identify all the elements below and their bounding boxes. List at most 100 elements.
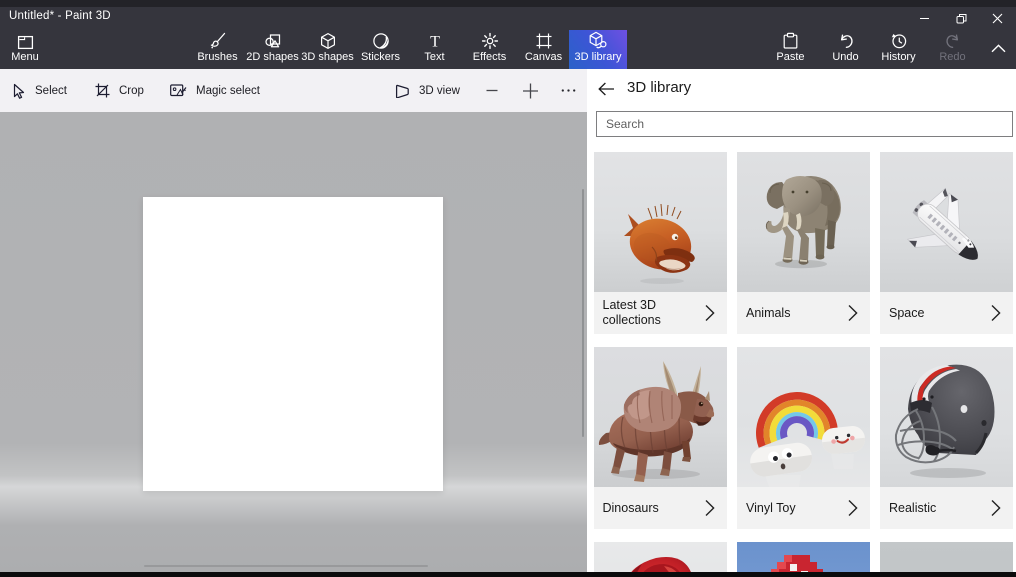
card-label-bar: Dinosaurs xyxy=(594,487,727,529)
tab-text[interactable]: T Text xyxy=(407,28,462,69)
crop-icon xyxy=(95,83,110,98)
plus-icon xyxy=(523,83,538,99)
tab-label: Canvas xyxy=(525,51,562,64)
card-latest-3d-collections[interactable]: Latest 3D collections xyxy=(594,152,727,334)
text-icon: T xyxy=(426,28,444,50)
vertical-scrollbar[interactable] xyxy=(582,189,584,437)
card-label-bar: Animals xyxy=(737,292,870,334)
paint3d-window: Untitled* - Paint 3D Menu xyxy=(0,0,1016,572)
panel-header: 3D library xyxy=(587,69,1016,112)
card-label: Dinosaurs xyxy=(603,487,659,529)
chevron-up-icon xyxy=(991,44,1006,53)
select-icon xyxy=(12,83,26,99)
tab-label: Text xyxy=(424,51,444,64)
maximize-button[interactable] xyxy=(943,7,980,29)
brushes-icon xyxy=(209,28,227,50)
3d-library-icon xyxy=(588,28,608,50)
drawing-canvas[interactable] xyxy=(143,197,443,491)
realistic-thumbnail xyxy=(880,347,1013,487)
dinosaurs-thumbnail xyxy=(594,347,727,487)
ellipsis-icon xyxy=(561,88,576,93)
paste-button[interactable]: Paste xyxy=(763,28,818,69)
panel-title: 3D library xyxy=(627,79,691,96)
tab-effects[interactable]: Effects xyxy=(462,28,517,69)
tab-brushes[interactable]: Brushes xyxy=(190,28,245,69)
card-label: Latest 3D collections xyxy=(603,292,698,334)
collapse-ribbon-button[interactable] xyxy=(982,28,1014,69)
card-space[interactable]: Space xyxy=(880,152,1013,334)
close-button[interactable] xyxy=(979,7,1016,29)
card-label-bar: Vinyl Toy xyxy=(737,487,870,529)
back-arrow-icon xyxy=(598,82,615,96)
latest-3d-collections-thumbnail xyxy=(594,152,727,292)
ribbon: Menu Brushes 2D shapes 3D shapes xyxy=(0,28,1016,69)
edit-toolbar: Select Crop Magic select 3D view xyxy=(0,69,588,112)
magic-select-icon xyxy=(170,83,187,98)
chevron-right-icon[interactable] xyxy=(986,303,1006,323)
card-animals[interactable]: Animals xyxy=(737,152,870,334)
back-button[interactable] xyxy=(594,77,618,101)
tab-2d-shapes[interactable]: 2D shapes xyxy=(245,28,300,69)
effects-icon xyxy=(481,28,499,50)
menu-label: Menu xyxy=(11,51,39,64)
magic-select-tool[interactable]: Magic select xyxy=(170,69,260,112)
chevron-right-icon[interactable] xyxy=(986,498,1006,518)
undo-button[interactable]: Undo xyxy=(818,28,873,69)
crop-tool[interactable]: Crop xyxy=(95,69,144,112)
3d-view-tool[interactable]: 3D view xyxy=(394,69,460,112)
menu-button[interactable]: Menu xyxy=(0,28,50,69)
tab-label: 3D library xyxy=(574,51,621,64)
minimize-icon xyxy=(919,13,930,24)
tab-3d-shapes[interactable]: 3D shapes xyxy=(300,28,355,69)
vinyl-toy-thumbnail xyxy=(737,347,870,487)
minus-icon xyxy=(486,83,498,98)
card-vinyl-toy[interactable]: Vinyl Toy xyxy=(737,347,870,529)
zoom-in-button[interactable] xyxy=(523,69,538,112)
tab-stickers[interactable]: Stickers xyxy=(353,28,408,69)
action-label: Paste xyxy=(776,51,804,64)
search-input[interactable] xyxy=(596,111,1013,137)
chevron-right-icon[interactable] xyxy=(843,498,863,518)
action-label: Undo xyxy=(832,51,858,64)
history-icon xyxy=(890,28,908,50)
history-button[interactable]: History xyxy=(871,28,926,69)
tab-label: Stickers xyxy=(361,51,400,64)
canvas-workspace[interactable] xyxy=(0,112,588,572)
2d-shapes-icon xyxy=(264,28,282,50)
chevron-right-icon[interactable] xyxy=(700,303,720,323)
card-realistic[interactable]: Realistic xyxy=(880,347,1013,529)
tab-3d-library[interactable]: 3D library xyxy=(569,28,627,69)
select-tool[interactable]: Select xyxy=(12,69,67,112)
tab-label: Effects xyxy=(473,51,506,64)
paste-icon xyxy=(782,28,799,50)
window-top-edge xyxy=(0,0,1016,7)
canvas-icon xyxy=(535,28,553,50)
menu-icon xyxy=(17,28,34,50)
undo-icon xyxy=(837,28,855,50)
redo-icon xyxy=(944,28,962,50)
card-label: Realistic xyxy=(889,487,936,529)
zoom-out-button[interactable] xyxy=(486,69,498,112)
stickers-icon xyxy=(372,28,390,50)
header: Untitled* - Paint 3D Menu xyxy=(0,0,1016,69)
horizontal-scrollbar[interactable] xyxy=(144,565,428,567)
3d-view-icon xyxy=(394,83,410,98)
card-label: Space xyxy=(889,292,924,334)
more-options-button[interactable] xyxy=(561,69,576,112)
window-bottom-edge xyxy=(0,572,1016,577)
chevron-right-icon[interactable] xyxy=(843,303,863,323)
card-dinosaurs[interactable]: Dinosaurs xyxy=(594,347,727,529)
magic-select-label: Magic select xyxy=(196,85,260,97)
select-label: Select xyxy=(35,85,67,97)
window-title: Untitled* - Paint 3D xyxy=(9,10,111,22)
3d-library-panel: 3D library xyxy=(587,69,1016,572)
tab-canvas[interactable]: Canvas xyxy=(516,28,571,69)
redo-button[interactable]: Redo xyxy=(925,28,980,69)
chevron-right-icon[interactable] xyxy=(700,498,720,518)
crop-label: Crop xyxy=(119,85,144,97)
tab-label: Brushes xyxy=(197,51,237,64)
card-label-bar: Realistic xyxy=(880,487,1013,529)
minimize-button[interactable] xyxy=(906,7,943,29)
tab-label: 2D shapes xyxy=(246,51,299,64)
tab-label: 3D shapes xyxy=(301,51,354,64)
